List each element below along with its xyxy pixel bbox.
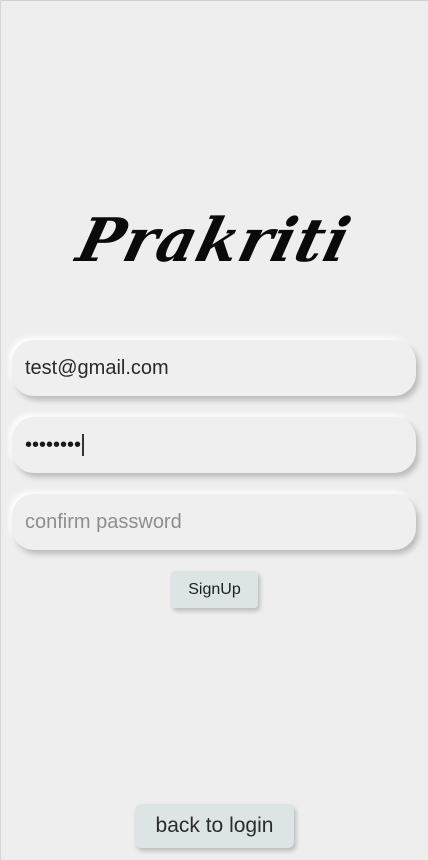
password-masked-value: •••••••• [25,433,82,456]
password-input[interactable]: •••••••• [25,434,84,457]
email-input[interactable] [25,356,403,380]
confirm-password-field[interactable] [12,494,416,550]
top-border [0,0,428,1]
text-caret [82,434,84,456]
app-logo-title: Prakriti [70,206,358,276]
left-border [0,0,1,860]
signup-button[interactable]: SignUp [171,571,258,608]
email-field[interactable] [12,340,416,396]
back-to-login-button[interactable]: back to login [135,804,294,848]
confirm-password-input[interactable] [25,510,403,534]
password-field[interactable]: •••••••• [12,417,416,473]
